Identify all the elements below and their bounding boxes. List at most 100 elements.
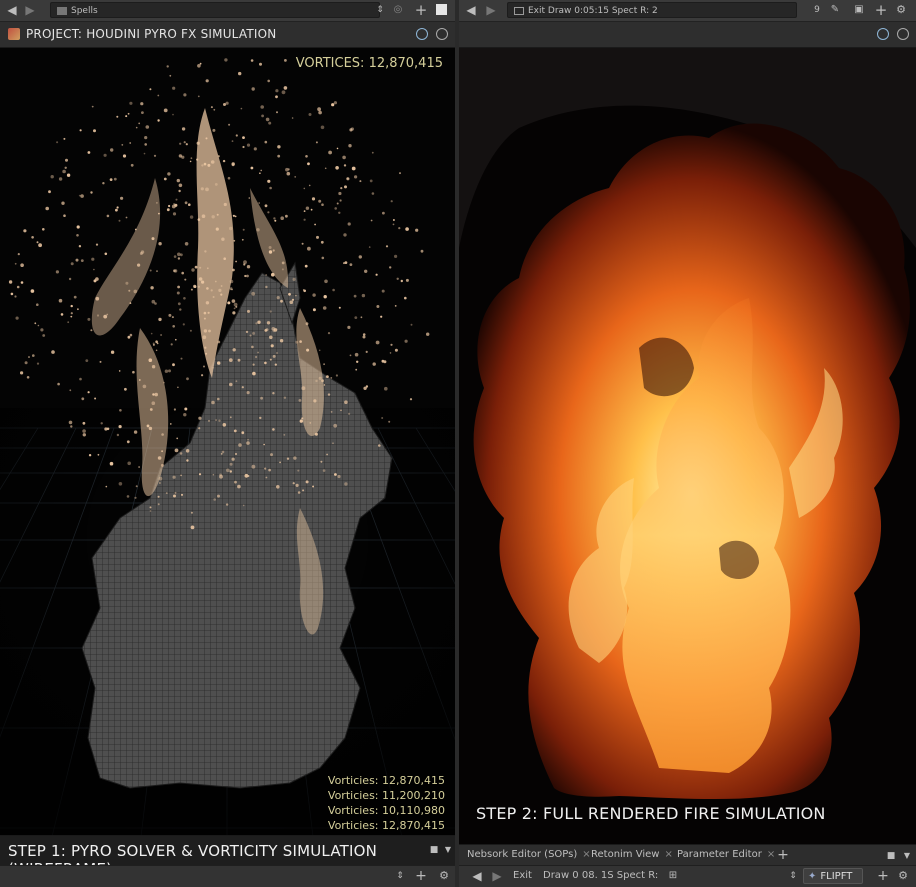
pin-icon[interactable]: ◎ — [390, 2, 406, 18]
particle-dot — [185, 143, 188, 146]
particle-dot — [261, 114, 264, 118]
particle-dot — [193, 285, 197, 288]
settings-icon[interactable]: ⚙ — [893, 2, 909, 18]
particle-dot — [69, 389, 72, 392]
path-field[interactable]: Spells — [50, 2, 380, 18]
path-dropdown-icon[interactable]: ⇕ — [372, 2, 388, 18]
particle-dot — [198, 427, 201, 430]
particle-dot — [212, 367, 214, 369]
particle-dot — [338, 191, 342, 196]
arrow-left-icon[interactable]: ◀ — [469, 868, 485, 884]
particle-dot — [78, 245, 82, 248]
arrow-left-icon[interactable]: ◀ — [463, 2, 479, 18]
particle-dot — [251, 291, 256, 296]
add-tab-icon[interactable]: + — [775, 847, 791, 863]
particle-dot — [321, 256, 325, 260]
particle-dot — [264, 361, 267, 365]
add-icon[interactable]: + — [875, 868, 891, 884]
add-pane-icon[interactable]: + — [413, 2, 429, 18]
particle-dot — [315, 379, 318, 383]
particle-dot — [161, 450, 164, 453]
particle-dot — [217, 340, 221, 344]
particle-dot — [348, 412, 351, 415]
wireframe-viewport[interactable]: VORTICES: 12,870,415 Vorticies: 12,870,4… — [0, 48, 455, 845]
particle-dot — [238, 443, 242, 447]
arrow-right-icon[interactable]: ▶ — [22, 2, 38, 18]
settings-icon[interactable]: ⚙ — [436, 868, 452, 884]
particle-dot — [203, 311, 207, 315]
particle-dot — [274, 219, 277, 222]
particle-dot — [138, 379, 141, 381]
tab-network-editor[interactable]: Nebsork Editor (SOPs) × — [467, 849, 591, 860]
particle-dot — [149, 510, 152, 512]
arrow-left-icon[interactable]: ◀ — [4, 2, 20, 18]
particle-dot — [274, 363, 277, 366]
particle-dot — [356, 360, 359, 363]
particle-dot — [382, 211, 385, 215]
render-viewport[interactable]: STEP 2: FULL RENDERED FIRE SIMULATION — [459, 48, 916, 845]
path-field[interactable]: Exit Draw 0:05:15 Spect R: 2 — [507, 2, 797, 18]
particle-dot — [177, 252, 181, 257]
particle-dot — [252, 371, 256, 376]
zoom-icon[interactable] — [877, 28, 889, 40]
particle-dot — [42, 228, 45, 231]
flipbook-label: FLIPFT — [820, 871, 853, 882]
particle-dot — [291, 117, 294, 119]
particle-dot — [396, 277, 399, 280]
arrow-right-icon[interactable]: ▶ — [489, 868, 505, 884]
particle-dot — [118, 219, 121, 222]
particle-dot — [378, 444, 381, 447]
particle-dot — [221, 237, 225, 241]
flipbook-button[interactable]: ✦ FLIPFT — [803, 868, 863, 884]
particle-dot — [24, 361, 28, 365]
frame-value[interactable]: 9 — [809, 2, 825, 18]
particle-dot — [132, 370, 135, 374]
particle-dot — [276, 485, 280, 489]
close-icon[interactable]: × — [664, 849, 672, 860]
arrow-right-icon[interactable]: ▶ — [483, 2, 499, 18]
particle-dot — [197, 95, 200, 98]
particle-dot — [152, 343, 155, 346]
display-icon[interactable]: ▣ — [851, 2, 867, 18]
pane-layout-icon[interactable] — [434, 2, 450, 18]
exit-button[interactable]: Exit — [513, 870, 532, 881]
stepper-icon[interactable]: ⇕ — [392, 868, 408, 884]
particle-dot — [62, 169, 66, 174]
particle-dot — [60, 313, 64, 316]
particle-dot — [168, 204, 171, 208]
particle-dot — [51, 350, 55, 354]
close-icon[interactable]: × — [767, 849, 775, 860]
particle-dot — [198, 277, 203, 281]
close-icon[interactable]: × — [582, 849, 590, 860]
particle-dot — [177, 302, 181, 306]
particle-dot — [398, 227, 401, 230]
particle-dot — [283, 396, 287, 399]
grid-icon[interactable]: ⊞ — [665, 868, 681, 884]
tab-parameter-editor[interactable]: Parameter Editor × — [677, 849, 775, 860]
particle-dot — [202, 335, 207, 340]
stepper-icon[interactable]: ⇕ — [785, 868, 801, 884]
particle-dot — [321, 203, 324, 206]
add-pane-icon[interactable]: + — [873, 2, 889, 18]
particle-dot — [79, 377, 82, 381]
chevron-down-icon[interactable]: ▼ — [899, 848, 915, 864]
settings-icon[interactable]: ⚙ — [895, 868, 911, 884]
chevron-down-icon[interactable]: ▼ — [440, 842, 455, 858]
add-icon[interactable]: + — [413, 868, 429, 884]
particle-dot — [10, 292, 14, 296]
particle-dot — [324, 279, 328, 284]
particle-dot — [158, 476, 163, 481]
clock-icon[interactable] — [897, 28, 909, 40]
particle-dot — [225, 503, 229, 506]
particle-dot — [273, 217, 276, 220]
menu-square-icon[interactable]: ■ — [883, 848, 899, 864]
tab-render-view[interactable]: Retonim View × — [591, 849, 673, 860]
zoom-icon[interactable] — [416, 28, 428, 40]
particle-dot — [299, 419, 303, 423]
help-icon[interactable] — [436, 28, 448, 40]
particle-dot — [389, 352, 392, 354]
particle-dot — [183, 413, 187, 417]
particle-dot — [305, 155, 308, 158]
camera-icon[interactable]: ✎ — [827, 2, 843, 18]
particle-dot — [170, 343, 173, 346]
